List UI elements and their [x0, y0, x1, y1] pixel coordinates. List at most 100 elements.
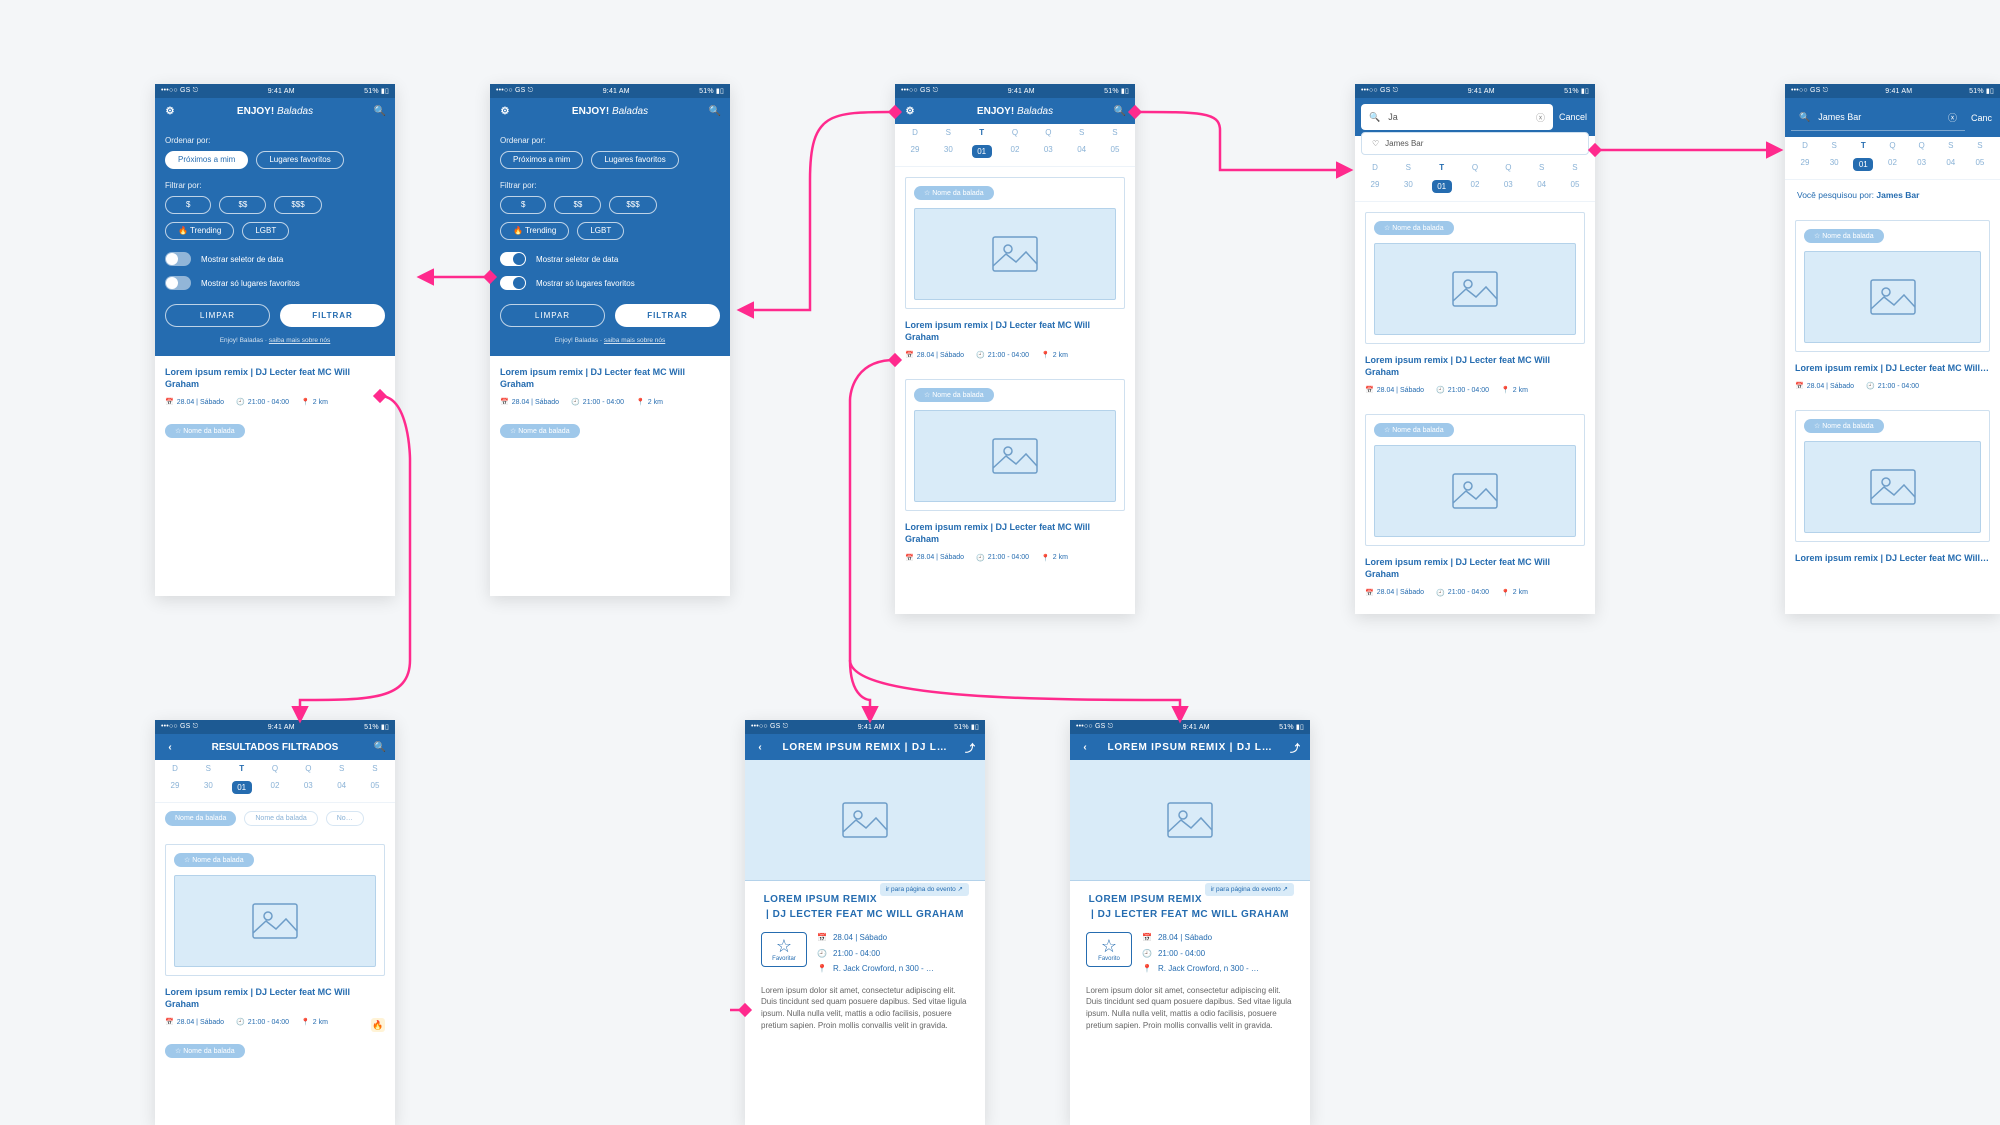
price-3[interactable]: $$$ [274, 196, 321, 214]
filter-icon[interactable]: ⚙ [163, 104, 177, 118]
detail-body: Lorem ipsum dolor sit amet, consectetur … [761, 985, 969, 1031]
tag-lgbt[interactable]: LGBT [577, 222, 624, 240]
back-icon[interactable]: ‹ [1078, 740, 1092, 754]
event-dist: 📍 2 km [301, 398, 328, 406]
search-icon[interactable]: 🔍 [1113, 104, 1127, 118]
venue-chip[interactable]: ☆ Nome da balada [914, 186, 994, 200]
screen-search-result: •••○○ GS ⎋9:41 AM51% ▮▯ 🔍 ⓧ Canc DSTQQSS… [1785, 84, 2000, 614]
price-3[interactable]: $$$ [609, 196, 656, 214]
tag-item[interactable]: No… [326, 811, 364, 826]
heart-icon: ♡ [1372, 139, 1379, 148]
clear-icon[interactable]: ⓧ [1536, 111, 1545, 124]
event-card[interactable]: ☆ Nome da balada [1795, 410, 1990, 542]
search-field[interactable] [1386, 111, 1530, 123]
filter-icon[interactable]: ⚙ [903, 104, 917, 118]
event-card[interactable]: ☆ Nome da balada [905, 177, 1125, 309]
venue-chip[interactable]: ☆ Nome da balada [500, 424, 580, 438]
result-line: Você pesquisou por: James Bar [1785, 180, 2000, 210]
event-title[interactable]: Lorem ipsum remix | DJ Lecter feat MC Wi… [895, 319, 1135, 347]
detail-info: 📅 28.04 | Sábado 🕘 21:00 - 04:00 📍 R. Ja… [817, 932, 934, 975]
price-2[interactable]: $$ [554, 196, 601, 214]
toggle-fav[interactable] [500, 276, 526, 290]
event-card[interactable]: ☆ Nome da balada 🔥 [1365, 414, 1585, 546]
status-time: 9:41 AM [268, 88, 295, 95]
favorite-button[interactable]: ☆Favorito [1086, 932, 1132, 967]
clear-icon[interactable]: ⓧ [1948, 111, 1957, 124]
page-title: RESULTADOS FILTRADOS [177, 742, 373, 753]
tag-item[interactable]: Nome da balada [165, 811, 236, 826]
event-card[interactable]: ☆ Nome da balada [1365, 212, 1585, 344]
search-field[interactable] [1816, 111, 1942, 123]
apply-button[interactable]: FILTRAR [280, 304, 385, 327]
cancel-button[interactable]: Canc [1971, 113, 2000, 123]
screen-results: •••○○ GS ⎋9:41 AM51% ▮▯ ‹ RESULTADOS FIL… [155, 720, 395, 1125]
share-icon[interactable]: ⤴ [1288, 740, 1302, 754]
screen-feed: •••○○ GS ⎋9:41 AM51% ▮▯ ⚙ ENJOY! Baladas… [895, 84, 1135, 614]
back-icon[interactable]: ‹ [753, 740, 767, 754]
cancel-button[interactable]: Cancel [1559, 112, 1595, 122]
search-icon: 🔍 [1799, 112, 1810, 123]
screen-detail-b: •••○○ GS ⎋9:41 AM51% ▮▯ ‹ LOREM IPSUM RE… [1070, 720, 1310, 1125]
search-icon: 🔍 [1369, 112, 1380, 123]
image-placeholder [914, 410, 1116, 502]
price-2[interactable]: $$ [219, 196, 266, 214]
toggle-date[interactable] [165, 252, 191, 266]
event-page-link[interactable]: ir para página do evento ↗ [880, 883, 969, 896]
toggle-fav-label: Mostrar só lugares favoritos [201, 279, 300, 288]
venue-chip[interactable]: ☆ Nome da balada [914, 388, 994, 402]
sort-proximos[interactable]: Próximos a mim [165, 151, 248, 169]
status-left: •••○○ GS ⎋ [161, 87, 198, 95]
clear-button[interactable]: LIMPAR [500, 304, 605, 327]
calendar-strip[interactable]: DSTQQSS 29300102030405 [1785, 137, 2000, 180]
event-card[interactable]: ☆ Nome da balada [1795, 220, 1990, 352]
event-title[interactable]: Lorem ipsum remix | DJ Lecter feat MC Wi… [490, 366, 730, 394]
app-title: ENJOY! Baladas [177, 106, 373, 117]
event-card[interactable]: ☆ Nome da balada [165, 844, 385, 976]
clear-button[interactable]: LIMPAR [165, 304, 270, 327]
toggle-date-label: Mostrar seletor de data [201, 255, 283, 264]
venue-chip[interactable]: ☆ Nome da balada [165, 424, 245, 438]
calendar-strip[interactable]: DSTQQSS 29300102030405 [155, 760, 395, 803]
status-bar: •••○○ GS ⎋ 9:41 AM 51% ▮▯ [155, 84, 395, 98]
price-1[interactable]: $ [165, 196, 211, 214]
tag-trending[interactable]: 🔥 Trending [500, 222, 569, 240]
share-icon[interactable]: ⤴ [963, 740, 977, 754]
calendar-strip[interactable]: DSTQQSS 29300102030405 [895, 124, 1135, 167]
hero-image [1070, 760, 1310, 881]
search-input[interactable]: 🔍 ⓧ [1361, 104, 1553, 130]
sort-favoritos[interactable]: Lugares favoritos [256, 151, 343, 169]
filter-icon[interactable]: ⚙ [498, 104, 512, 118]
about-link[interactable]: saiba mais sobre nós [269, 337, 330, 344]
status-bar: •••○○ GS ⎋9:41 AM51% ▮▯ [490, 84, 730, 98]
sort-proximos[interactable]: Próximos a mim [500, 151, 583, 169]
back-icon[interactable]: ‹ [163, 740, 177, 754]
sort-favoritos[interactable]: Lugares favoritos [591, 151, 678, 169]
filter-tags: Nome da balada Nome da balada No… [155, 803, 395, 834]
price-1[interactable]: $ [500, 196, 546, 214]
favorite-button[interactable]: ☆Favoritar [761, 932, 807, 967]
filter-drawer: Ordenar por: Próximos a mim Lugares favo… [155, 124, 395, 356]
event-card[interactable]: ☆ Nome da balada 🔥 [905, 379, 1125, 511]
apply-button[interactable]: FILTRAR [615, 304, 720, 327]
toggle-fav[interactable] [165, 276, 191, 290]
tag-trending[interactable]: 🔥 Trending [165, 222, 234, 240]
event-title[interactable]: Lorem ipsum remix | DJ Lecter feat MC Wi… [155, 366, 395, 394]
filter-label: Filtrar por: [165, 181, 385, 190]
footnote: Enjoy! Baladas · saiba mais sobre nós [165, 337, 385, 344]
tag-item[interactable]: Nome da balada [244, 811, 317, 826]
calendar-strip[interactable]: DSTQQSS 29300102030405 [1355, 159, 1595, 202]
event-title[interactable]: Lorem ipsum remix | DJ Lecter feat MC Wi… [895, 521, 1135, 549]
tag-lgbt[interactable]: LGBT [242, 222, 289, 240]
toggle-date[interactable] [500, 252, 526, 266]
event-time: 🕘 21:00 - 04:00 [236, 398, 289, 406]
event-page-link[interactable]: ir para página do evento ↗ [1205, 883, 1294, 896]
search-icon[interactable]: 🔍 [373, 104, 387, 118]
screen-detail-a: •••○○ GS ⎋9:41 AM51% ▮▯ ‹ LOREM IPSUM RE… [745, 720, 985, 1125]
event-date: 📅 28.04 | Sábado [165, 398, 224, 406]
navbar: ⚙ ENJOY! Baladas 🔍 [155, 98, 395, 124]
search-suggestion[interactable]: ♡James Bar [1361, 132, 1589, 155]
search-icon[interactable]: 🔍 [373, 740, 387, 754]
screen-filter-toggled: •••○○ GS ⎋9:41 AM51% ▮▯ ⚙ ENJOY! Baladas… [490, 84, 730, 596]
order-label: Ordenar por: [165, 136, 385, 145]
search-icon[interactable]: 🔍 [708, 104, 722, 118]
